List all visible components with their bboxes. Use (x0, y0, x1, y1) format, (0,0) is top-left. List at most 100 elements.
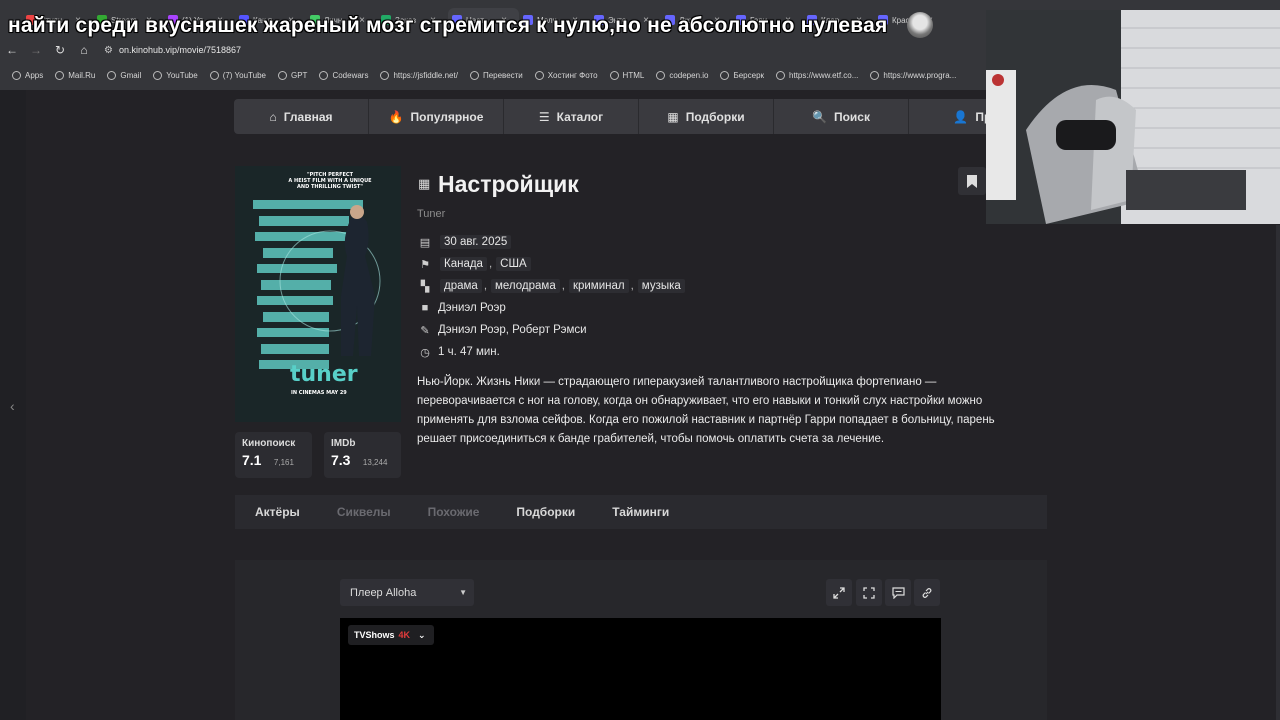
bookmark-favicon-icon (720, 70, 730, 80)
nav-item[interactable]: 🔥 Популярное (369, 99, 504, 134)
bookmark-item[interactable]: Перевести (469, 70, 523, 80)
genre-chip[interactable]: музыка (637, 279, 685, 293)
rating-imdb: IMDb 7.3 13,244 (324, 432, 401, 478)
rating-value: 7.1 (242, 452, 262, 468)
chevron-down-icon: ⌄ (418, 629, 426, 640)
bookmark-favicon-icon (534, 70, 544, 80)
content-tab[interactable]: Похожие (428, 505, 480, 519)
bookmark-item[interactable]: Хостинг Фото (534, 70, 598, 80)
reload-icon[interactable]: ↻ (48, 43, 72, 57)
fullscreen-button[interactable] (856, 579, 882, 606)
bookmark-item[interactable]: YouTube (153, 70, 198, 80)
separator: , (488, 258, 493, 270)
stream-overlay-text: найти среди вкусняшек жареный мозг стрем… (8, 14, 888, 37)
bookmark-item[interactable]: https://www.etf.co... (776, 70, 858, 80)
bookmarks-bar: Apps Mail.Ru Gmail YouTube (7) YouTube GPT Cod… (0, 66, 1000, 84)
bookmark-favicon-icon (380, 70, 390, 80)
genres-row: ▚ драма, мелодрама, криминал, музыка (418, 277, 685, 295)
genre-chip[interactable]: мелодрама (491, 279, 560, 293)
nav-item[interactable]: ▦ Подборки (639, 99, 774, 134)
bookmark-item[interactable]: codepen.io (656, 70, 708, 80)
bookmark-favicon-icon (209, 70, 219, 80)
content-tab[interactable]: Актёры (255, 505, 300, 519)
director[interactable]: Дэниэл Роэр (438, 302, 506, 314)
writers[interactable]: Дэниэл Роэр, Роберт Рэмси (438, 324, 587, 336)
fire-icon: 🔥 (388, 109, 404, 124)
comments-button[interactable] (885, 579, 911, 606)
comment-icon (891, 586, 905, 599)
nav-item[interactable]: ☰ Каталог (504, 99, 639, 134)
nav-label: Каталог (556, 109, 604, 124)
bookmark-item[interactable]: Codewars (319, 70, 368, 80)
country-chip[interactable]: США (496, 257, 531, 271)
nav-label: Популярное (410, 109, 484, 124)
forward-icon[interactable]: → (24, 43, 48, 57)
back-icon[interactable]: ← (0, 43, 24, 57)
bookmark-item[interactable]: https://jsfiddle.net/ (380, 70, 458, 80)
bookmark-label: (7) YouTube (222, 70, 266, 80)
bookmark-item[interactable]: HTML (609, 70, 645, 80)
scrollbar[interactable] (1276, 225, 1280, 720)
content-tab[interactable]: Тайминги (612, 505, 669, 519)
bookmark-label: HTML (622, 70, 645, 80)
rating-count: 7,161 (273, 458, 294, 467)
bookmark-favicon-icon (55, 70, 65, 80)
rating-count: 13,244 (362, 458, 388, 467)
content-tabs: Актёры Сиквелы Похожие Подборки Тайминги (235, 495, 1047, 529)
release-date[interactable]: 30 авг. 2025 (440, 235, 512, 249)
poster-title: tuner (290, 362, 358, 387)
nav-label: Поиск (833, 109, 870, 124)
source-selector[interactable]: TVShows 4K ⌄ (348, 625, 434, 645)
url-input[interactable]: on.kinohub.vip/movie/7518867 (119, 45, 241, 55)
bookmark-item[interactable]: Mail.Ru (55, 70, 96, 80)
bookmark-label: Mail.Ru (68, 70, 96, 80)
movie-description: Нью-Йорк. Жизнь Ники — страдающего гипер… (417, 376, 995, 445)
flag-icon: ⚑ (420, 258, 430, 271)
genre-chip[interactable]: драма (440, 279, 482, 293)
bookmark-item[interactable]: Apps (12, 70, 44, 80)
release-date-row: ▤ 30 авг. 2025 (418, 233, 512, 251)
bookmark-button[interactable] (958, 167, 986, 195)
countries-row: ⚑ Канада, США (418, 255, 531, 273)
catalog-icon: ☰ (538, 109, 550, 124)
nav-label: Главная (283, 109, 333, 124)
bookmark-favicon-icon (277, 70, 287, 80)
poster-release: IN CINEMAS MAY 29 (291, 390, 347, 396)
bookmark-item[interactable]: Берсерк (720, 70, 764, 80)
bookmark-favicon-icon (870, 70, 880, 80)
collections-icon: ▦ (667, 109, 679, 124)
expand-button[interactable] (826, 579, 852, 606)
duration-row: ◷ 1 ч. 47 мин. (418, 343, 500, 361)
player-select[interactable]: Плеер Alloha ▼ (340, 579, 474, 606)
site-info-icon[interactable]: ⚙ (104, 45, 113, 56)
bookmark-label: https://www.progra... (883, 70, 957, 80)
clock-icon: ◷ (420, 346, 430, 359)
movie-poster: "PITCH PERFECT A HEIST FILM WITH A UNIQU… (235, 166, 401, 422)
movie-title: Настройщик (438, 171, 579, 197)
bookmark-label: Перевести (482, 70, 523, 80)
genre-chip[interactable]: криминал (568, 279, 629, 293)
bookmark-item[interactable]: GPT (277, 70, 307, 80)
bookmark-item[interactable]: https://www.progra... (870, 70, 957, 80)
bookmark-favicon-icon (469, 70, 479, 80)
bookmark-label: Хостинг Фото (547, 70, 598, 80)
home-page-icon[interactable]: ⌂ (72, 43, 96, 57)
content-tab[interactable]: Сиквелы (337, 505, 391, 519)
bookmark-item[interactable]: Gmail (107, 70, 141, 80)
bookmark-label: Apps (25, 70, 44, 80)
film-icon: ▦ (418, 176, 431, 191)
country-chip[interactable]: Канада (440, 257, 487, 271)
nav-item[interactable]: 🔍 Поиск (774, 99, 909, 134)
content-tab[interactable]: Подборки (516, 505, 575, 519)
rating-name: IMDb (331, 438, 356, 449)
quality-badge: 4K (398, 630, 411, 640)
link-icon (922, 587, 932, 598)
webcam-feed (986, 10, 1280, 224)
chevron-left-icon[interactable]: ‹ (10, 398, 15, 414)
duration: 1 ч. 47 мин. (438, 346, 500, 358)
nav-item[interactable]: ⌂ Главная (234, 99, 369, 134)
bookmark-item[interactable]: (7) YouTube (209, 70, 266, 80)
home-icon: ⌂ (269, 109, 277, 124)
bookmark-icon (967, 174, 977, 188)
link-button[interactable] (914, 579, 940, 606)
